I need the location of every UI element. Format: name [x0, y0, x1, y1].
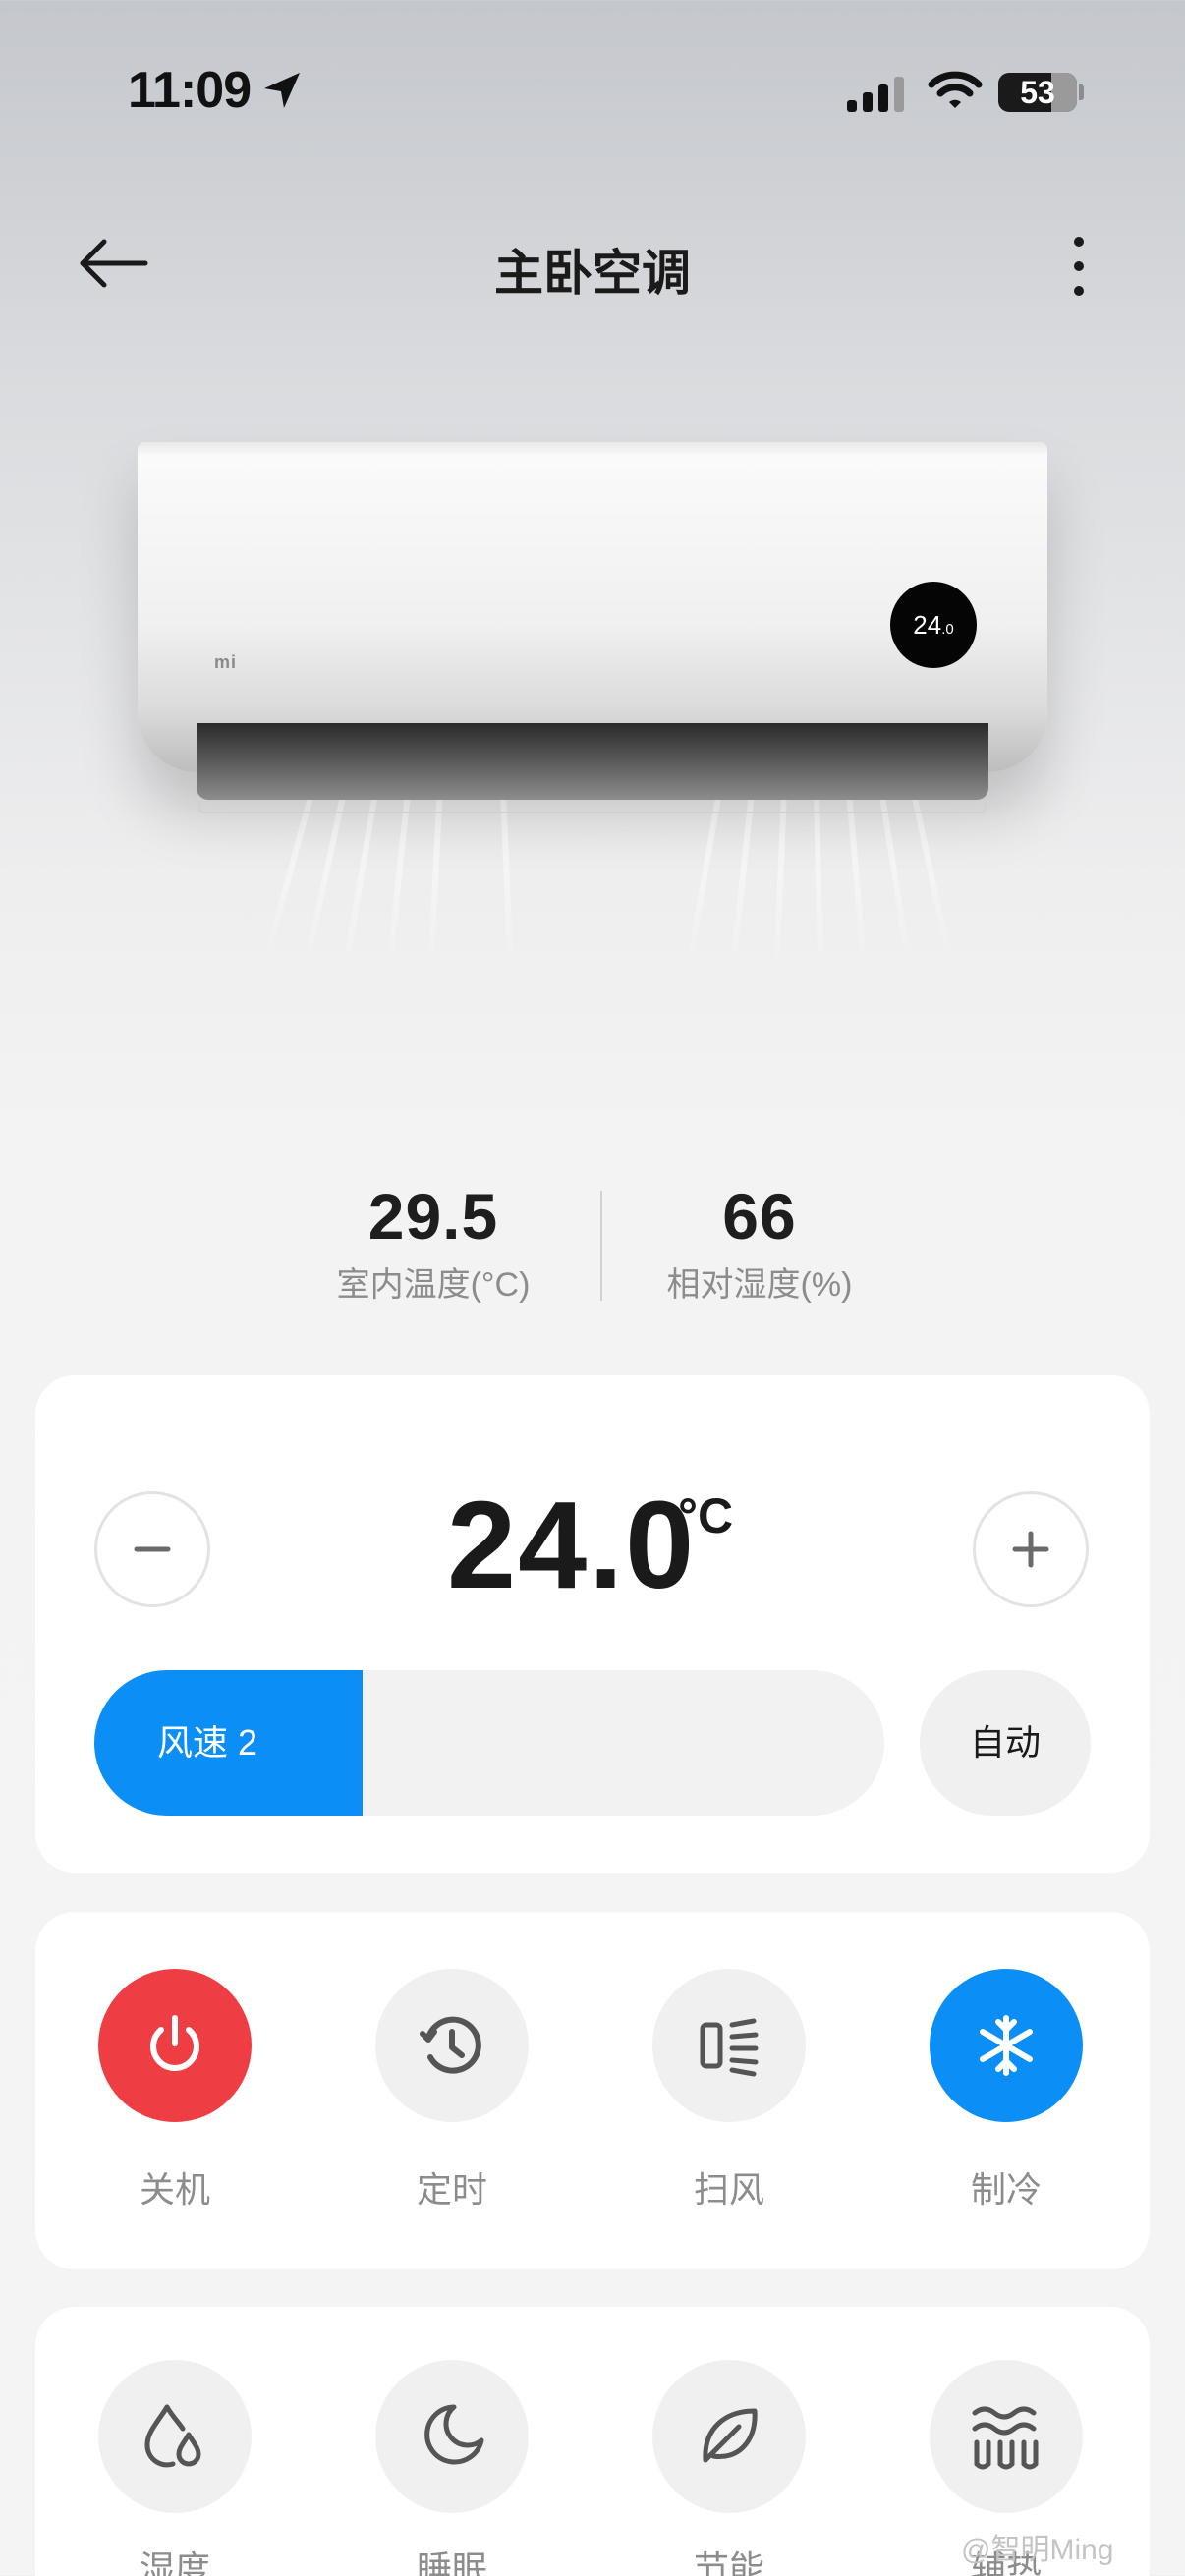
snowflake-icon [971, 2010, 1042, 2081]
status-time: 11:09 [128, 62, 252, 119]
humidity-value: 66 [722, 1180, 797, 1253]
plus-icon [1012, 1531, 1049, 1568]
setpoint-temperature: 24.0 [447, 1476, 697, 1614]
reading-divider [600, 1191, 602, 1301]
ac-display-value: 24 [913, 610, 942, 640]
decrease-temperature-button[interactable] [94, 1491, 210, 1607]
location-arrow-icon [264, 73, 300, 108]
minus-icon [134, 1546, 171, 1552]
battery-level: 53 [1020, 75, 1055, 110]
mode-button-1[interactable] [375, 1969, 529, 2122]
battery-indicator: 53 [998, 73, 1077, 112]
watermark: @智明Ming [961, 2534, 1114, 2566]
indoor-temperature-reading: 29.5 室内温度(°C) [286, 1179, 581, 1306]
mode-button-2[interactable] [652, 1969, 806, 2122]
increase-temperature-button[interactable] [973, 1491, 1089, 1607]
function-button-3[interactable] [930, 2360, 1083, 2513]
fan-speed-slider[interactable]: 风速 2 [94, 1670, 884, 1816]
mode-label: 关机 [139, 2169, 210, 2210]
more-options-icon[interactable] [1061, 232, 1097, 301]
mode-button-0[interactable] [98, 1969, 252, 2122]
cellular-signal-icon [847, 77, 904, 112]
ac-display: 24.0 [890, 582, 977, 668]
humidity-reading: 66 相对湿度(%) [612, 1179, 907, 1306]
swing-icon [695, 2011, 763, 2080]
mode-label: 定时 [416, 2169, 487, 2210]
fan-speed-label: 风速 2 [157, 1722, 258, 1763]
air-conditioner-image: mi 24.0 [138, 442, 1047, 992]
page-title: 主卧空调 [494, 246, 691, 301]
fan-auto-button[interactable]: 自动 [920, 1670, 1091, 1816]
mode-button-3[interactable] [930, 1969, 1083, 2122]
heat-waves-icon [967, 2399, 1045, 2474]
ac-vent-flap [198, 800, 987, 813]
wifi-icon [928, 71, 983, 108]
function-button-1[interactable] [375, 2360, 529, 2513]
humidity-label: 相对湿度(%) [666, 1266, 853, 1304]
leaf-icon [692, 2399, 766, 2474]
ac-display-decimal: .0 [941, 621, 954, 638]
battery-tip [1079, 84, 1084, 100]
power-icon [140, 2010, 210, 2081]
brand-logo: mi [214, 652, 238, 672]
ac-vent [197, 723, 988, 800]
mode-label: 制冷 [970, 2169, 1042, 2210]
setpoint-unit: °C [678, 1488, 734, 1543]
moon-icon [415, 2399, 489, 2474]
timer-icon [415, 2008, 489, 2083]
indoor-temperature-value: 29.5 [367, 1180, 499, 1253]
mode-label: 扫风 [693, 2169, 764, 2210]
droplet-icon [138, 2399, 212, 2474]
function-label: 湿度 [139, 2548, 210, 2576]
function-label: 睡眠 [416, 2548, 487, 2576]
function-button-2[interactable] [652, 2360, 806, 2513]
function-label: 节能 [693, 2548, 764, 2576]
indoor-temperature-label: 室内温度(°C) [336, 1266, 531, 1304]
function-button-0[interactable] [98, 2360, 252, 2513]
